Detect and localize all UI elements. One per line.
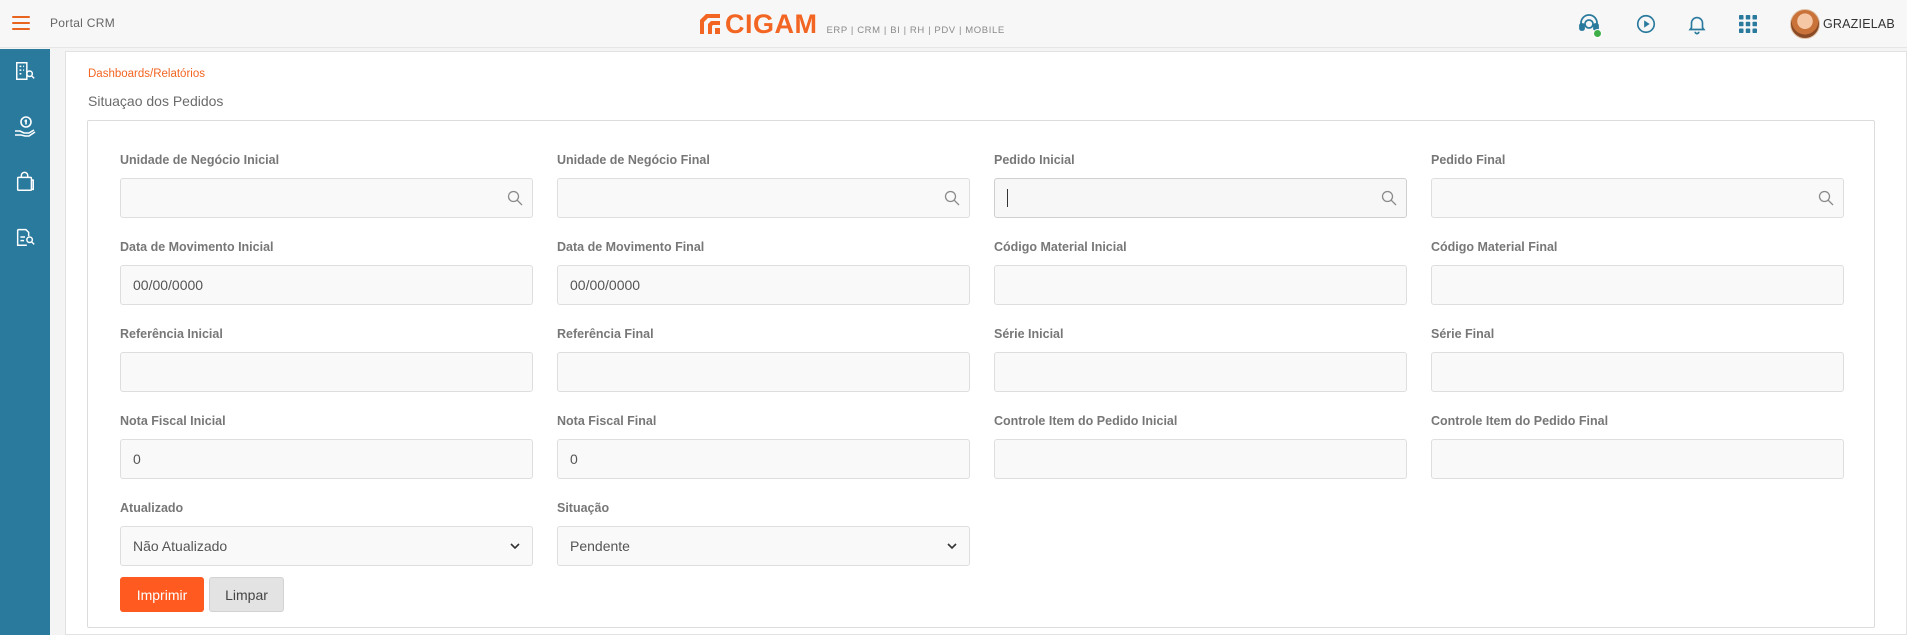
pedido-inicial-label: Pedido Inicial	[994, 153, 1075, 167]
bell-icon[interactable]	[1685, 12, 1709, 36]
unidade-negocio-final-input[interactable]	[557, 178, 970, 218]
serie-final-input[interactable]	[1431, 352, 1844, 392]
atualizado-select[interactable]: Não Atualizado	[120, 526, 533, 566]
controle-item-inicial-input[interactable]	[994, 439, 1407, 479]
top-bar: Portal CRM CIGAM ERP | CRM | BI | RH | P…	[0, 0, 1907, 48]
search-icon[interactable]	[1381, 190, 1397, 206]
atualizado-selected-value: Não Atualizado	[133, 538, 228, 554]
data-movimento-final-label: Data de Movimento Final	[557, 240, 705, 254]
apps-grid-icon[interactable]	[1736, 12, 1760, 36]
shopping-bag-icon[interactable]	[13, 170, 37, 194]
cigam-logo: CIGAM ERP | CRM | BI | RH | PDV | MOBILE	[698, 10, 1005, 38]
search-icon[interactable]	[507, 190, 523, 206]
referencia-inicial-input[interactable]	[120, 352, 533, 392]
sidebar	[0, 49, 50, 635]
referencia-final-input[interactable]	[557, 352, 970, 392]
chevron-down-icon	[947, 543, 957, 550]
controle-item-final-input[interactable]	[1431, 439, 1844, 479]
data-movimento-inicial-label: Data de Movimento Inicial	[120, 240, 274, 254]
situacao-select[interactable]: Pendente	[557, 526, 970, 566]
clear-button[interactable]: Limpar	[209, 577, 284, 612]
codigo-material-inicial-input[interactable]	[994, 265, 1407, 305]
nota-fiscal-final-input[interactable]	[557, 439, 970, 479]
unidade-negocio-inicial-input[interactable]	[120, 178, 533, 218]
play-circle-icon[interactable]	[1634, 12, 1658, 36]
situacao-selected-value: Pendente	[570, 538, 630, 554]
search-icon[interactable]	[944, 190, 960, 206]
page-title: Situaçao dos Pedidos	[88, 93, 224, 109]
online-status-dot	[1593, 29, 1602, 38]
building-search-icon[interactable]	[13, 59, 37, 83]
data-movimento-final-input[interactable]	[557, 265, 970, 305]
logo-subtitle: ERP | CRM | BI | RH | PDV | MOBILE	[826, 24, 1005, 36]
pedido-final-label: Pedido Final	[1431, 153, 1506, 167]
document-search-icon[interactable]	[13, 225, 37, 249]
nota-fiscal-inicial-input[interactable]	[120, 439, 533, 479]
cigam-logo-mark-icon	[700, 14, 720, 34]
support-agent-icon[interactable]	[1577, 12, 1602, 38]
atualizado-label: Atualizado	[120, 501, 184, 515]
avatar	[1790, 9, 1820, 39]
nota-fiscal-inicial-label: Nota Fiscal Inicial	[120, 414, 226, 428]
controle-item-inicial-label: Controle Item do Pedido Inicial	[994, 414, 1178, 428]
search-icon[interactable]	[1818, 190, 1834, 206]
referencia-final-label: Referência Final	[557, 327, 654, 341]
codigo-material-final-label: Código Material Final	[1431, 240, 1558, 254]
pedido-final-input[interactable]	[1431, 178, 1844, 218]
codigo-material-final-input[interactable]	[1431, 265, 1844, 305]
logo-text: CIGAM	[725, 9, 818, 39]
unidade-negocio-final-label: Unidade de Negócio Final	[557, 153, 710, 167]
nota-fiscal-final-label: Nota Fiscal Final	[557, 414, 657, 428]
chevron-down-icon	[510, 543, 520, 550]
hamburger-menu-icon[interactable]	[12, 16, 30, 30]
data-movimento-inicial-input[interactable]	[120, 265, 533, 305]
serie-inicial-label: Série Inicial	[994, 327, 1064, 341]
portal-title: Portal CRM	[50, 16, 116, 30]
breadcrumb[interactable]: Dashboards/Relatórios	[88, 68, 205, 80]
referencia-inicial-label: Referência Inicial	[120, 327, 223, 341]
codigo-material-inicial-label: Código Material Inicial	[994, 240, 1127, 254]
user-menu[interactable]: GRAZIELAB	[1790, 9, 1895, 39]
user-name: GRAZIELAB	[1823, 17, 1895, 31]
controle-item-final-label: Controle Item do Pedido Final	[1431, 414, 1609, 428]
serie-final-label: Série Final	[1431, 327, 1495, 341]
serie-inicial-input[interactable]	[994, 352, 1407, 392]
pedido-inicial-input[interactable]	[994, 178, 1407, 218]
unidade-negocio-inicial-label: Unidade de Negócio Inicial	[120, 153, 280, 167]
situacao-label: Situação	[557, 501, 610, 515]
print-button[interactable]: Imprimir	[120, 577, 204, 612]
text-caret	[1007, 189, 1008, 207]
money-hand-icon[interactable]	[13, 115, 37, 139]
